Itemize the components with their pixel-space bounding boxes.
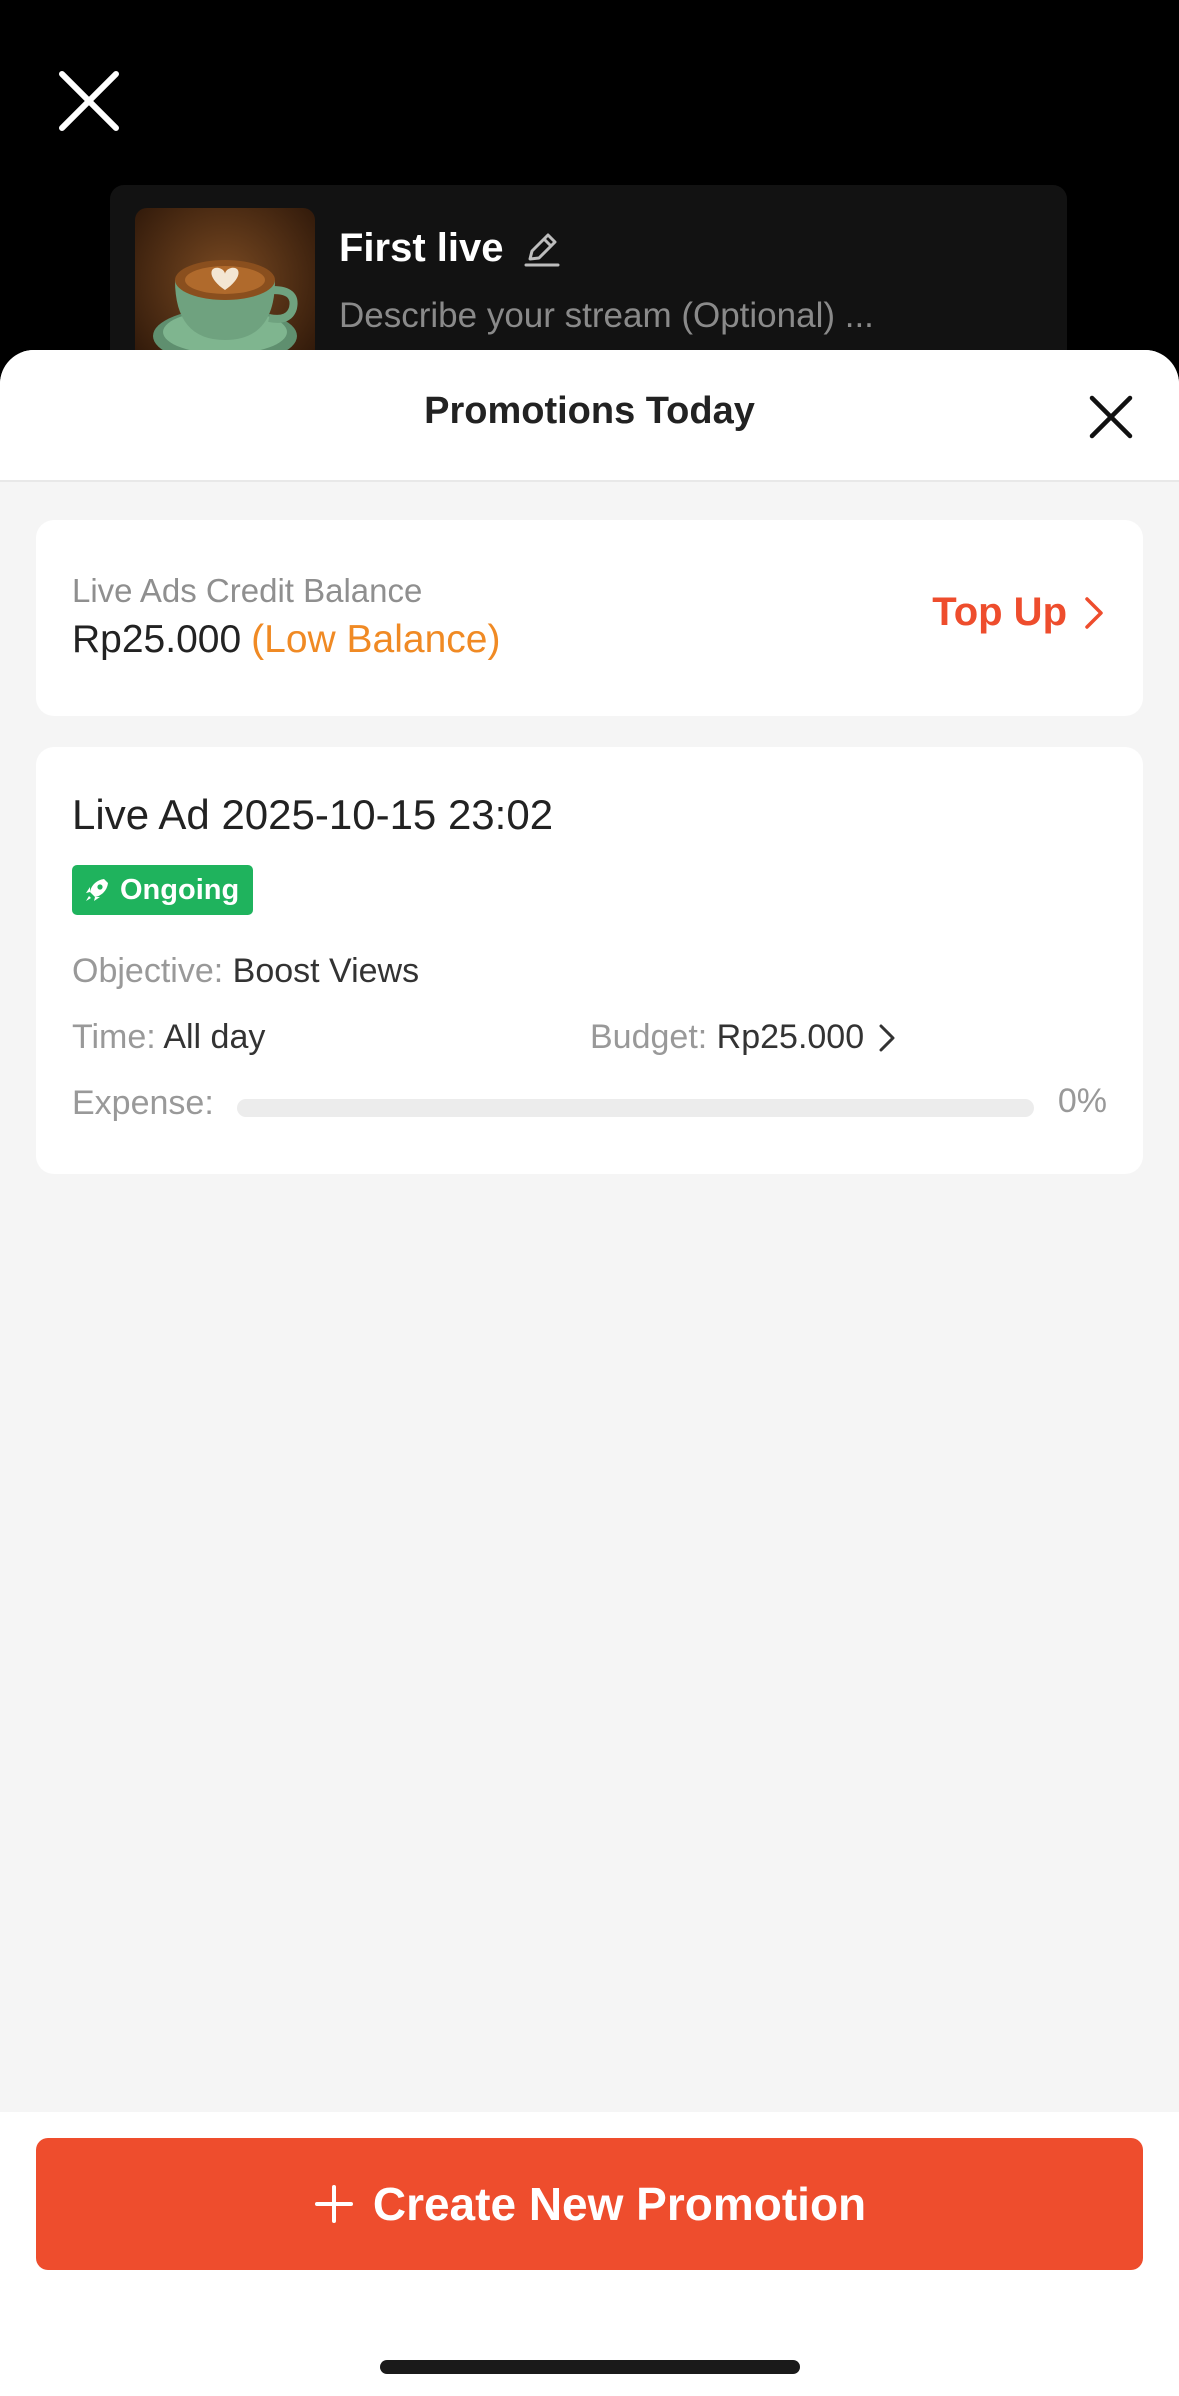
- live-ad-card[interactable]: Live Ad 2025-10-15 23:02 Ongoing Objecti…: [36, 747, 1143, 1174]
- objective-value: Boost Views: [232, 952, 420, 990]
- stream-title-text: First live: [339, 226, 504, 270]
- balance-label: Live Ads Credit Balance: [72, 572, 423, 609]
- time-value: All day: [163, 1018, 266, 1056]
- budget-label: Budget:: [590, 1018, 708, 1056]
- status-label: Ongoing: [120, 873, 240, 906]
- create-new-promotion-button[interactable]: Create New Promotion: [36, 2138, 1143, 2270]
- sheet-header: Promotions Today: [0, 350, 1179, 482]
- expense-progress-bar: [237, 1099, 1034, 1117]
- objective-label: Objective:: [72, 952, 224, 990]
- plus-icon: [314, 2185, 353, 2223]
- stream-title: First live: [339, 226, 562, 271]
- create-button-label: Create New Promotion: [372, 2178, 867, 2230]
- close-icon[interactable]: [56, 68, 122, 134]
- balance-amount: Rp25.000: [72, 618, 242, 661]
- sheet-title: Promotions Today: [424, 390, 755, 432]
- budget-value: Rp25.000: [716, 1018, 865, 1056]
- edit-pencil-icon[interactable]: [522, 229, 562, 269]
- credit-balance-card: Live Ads Credit Balance Rp25.000 (Low Bal…: [36, 520, 1143, 716]
- top-up-button[interactable]: Top Up: [932, 590, 1107, 635]
- status-badge: Ongoing: [72, 865, 254, 915]
- home-indicator: [380, 2360, 800, 2374]
- objective-row: Objective: Boost Views: [72, 952, 419, 991]
- time-label: Time:: [72, 1018, 156, 1056]
- promotions-sheet: Promotions Today Live Ads Credit Balance…: [0, 350, 1179, 2396]
- sheet-footer: Create New Promotion: [0, 2112, 1179, 2396]
- sheet-close-icon[interactable]: [1088, 394, 1134, 440]
- stream-description[interactable]: Describe your stream (Optional) ...: [339, 296, 874, 336]
- chevron-right-icon: [879, 1024, 895, 1051]
- low-balance-warning: (Low Balance): [251, 618, 501, 661]
- budget-row[interactable]: Budget: Rp25.000: [590, 1018, 898, 1057]
- top-up-label: Top Up: [932, 590, 1067, 634]
- time-row: Time: All day: [72, 1018, 265, 1057]
- expense-label: Expense:: [72, 1084, 214, 1122]
- expense-percent: 0%: [1057, 1082, 1107, 1120]
- balance-value: Rp25.000 (Low Balance): [72, 618, 500, 662]
- ad-title: Live Ad 2025-10-15 23:02: [72, 791, 554, 838]
- rocket-icon: [86, 879, 108, 901]
- chevron-right-icon: [1085, 596, 1103, 629]
